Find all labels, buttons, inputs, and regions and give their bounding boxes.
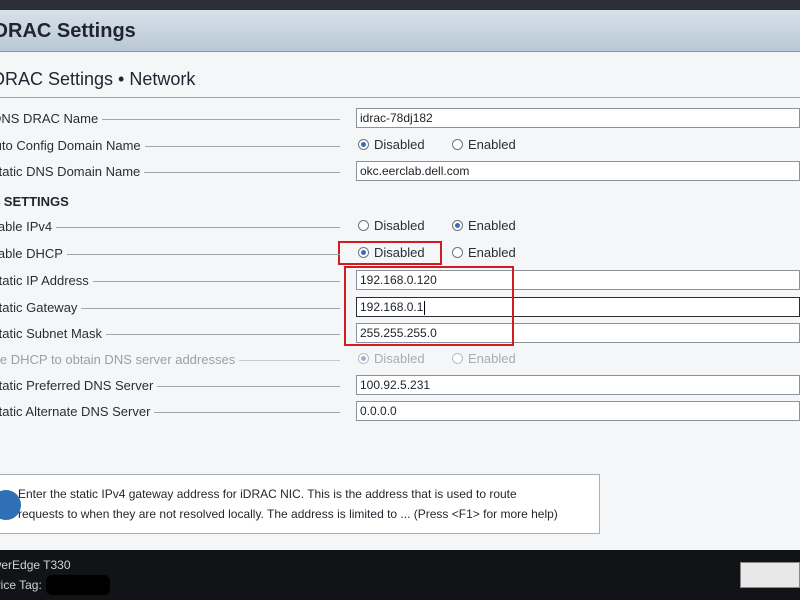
radio-unselected-icon [358, 220, 369, 231]
use-dhcp-dns-disabled-radio: Disabled [358, 351, 425, 366]
static-gateway-field[interactable]: 192.168.0.1 [356, 297, 800, 317]
radio-label: Enabled [468, 218, 516, 233]
radio-label: Enabled [468, 137, 516, 152]
radio-selected-icon [358, 139, 369, 150]
radio-label: Disabled [374, 218, 425, 233]
static-gateway-value: 192.168.0.1 [360, 300, 424, 314]
footer-model: PowerEdge T330 [0, 558, 71, 572]
auto-config-enabled-radio[interactable]: Enabled [452, 137, 516, 152]
help-line-1: Enter the static IPv4 gateway address fo… [18, 487, 517, 501]
static-dns-domain-label: Static DNS Domain Name [0, 164, 145, 179]
dns-drac-name-label: DNS DRAC Name [0, 111, 103, 126]
static-subnet-label: Static Subnet Mask [0, 326, 106, 341]
use-dhcp-dns-enabled-radio: Enabled [452, 351, 516, 366]
alternate-dns-label: Static Alternate DNS Server [0, 404, 155, 419]
preferred-dns-label: Static Preferred DNS Server [0, 378, 158, 393]
radio-unselected-icon [452, 247, 463, 258]
radio-selected-icon [452, 220, 463, 231]
row-dns-drac-name: DNS DRAC Name idrac-78dj182 [0, 108, 800, 130]
radio-label: Enabled [468, 351, 516, 366]
preferred-dns-field[interactable]: 100.92.5.231 [356, 375, 800, 395]
enable-ipv4-label: Enable IPv4 [0, 219, 57, 234]
static-subnet-field[interactable]: 255.255.255.0 [356, 323, 800, 343]
row-auto-config-domain: Auto Config Domain Name Disabled Enabled [0, 135, 800, 157]
settings-page: iDRAC Settings • Network DNS DRAC Name i… [0, 52, 800, 550]
row-enable-ipv4: Enable IPv4 Disabled Enabled [0, 216, 800, 238]
text-caret [424, 300, 426, 315]
radio-selected-icon [358, 353, 369, 364]
radio-selected-icon [358, 247, 369, 258]
top-border [0, 0, 800, 10]
alternate-dns-field[interactable]: 0.0.0.0 [356, 401, 800, 421]
row-enable-dhcp: Enable DHCP Disabled Enabled [0, 243, 800, 265]
vendor-logo [740, 562, 800, 588]
enable-dhcp-label: Enable DHCP [0, 246, 67, 261]
help-line-2: requests to when they are not resolved l… [18, 507, 558, 521]
row-static-dns-domain: Static DNS Domain Name okc.eerclab.dell.… [0, 161, 800, 183]
radio-unselected-icon [452, 353, 463, 364]
row-static-subnet: Static Subnet Mask 255.255.255.0 [0, 323, 800, 345]
row-static-ip: Static IP Address 192.168.0.120 [0, 270, 800, 292]
service-tag-redaction [46, 575, 110, 595]
radio-label: Disabled [374, 245, 425, 260]
ipv4-section-title: IPV4 SETTINGS [0, 194, 69, 209]
enable-ipv4-disabled-radio[interactable]: Disabled [358, 218, 425, 233]
row-use-dhcp-dns: Use DHCP to obtain DNS server addresses … [0, 349, 800, 371]
row-alternate-dns: Static Alternate DNS Server 0.0.0.0 [0, 401, 800, 423]
auto-config-domain-label: Auto Config Domain Name [0, 138, 145, 153]
help-panel: Enter the static IPv4 gateway address fo… [0, 474, 600, 534]
radio-label: Disabled [374, 351, 425, 366]
help-text: Enter the static IPv4 gateway address fo… [18, 484, 588, 524]
window-titlebar: iDRAC Settings [0, 10, 800, 52]
use-dhcp-dns-label: Use DHCP to obtain DNS server addresses [0, 352, 240, 367]
radio-label: Enabled [468, 245, 516, 260]
dns-drac-name-field[interactable]: idrac-78dj182 [356, 108, 800, 128]
static-gateway-label: Static Gateway [0, 300, 82, 315]
page-subtitle: iDRAC Settings • Network [0, 69, 196, 89]
auto-config-disabled-radio[interactable]: Disabled [358, 137, 425, 152]
enable-dhcp-disabled-radio[interactable]: Disabled [358, 245, 425, 260]
footer-service-tag-label: Service Tag: [0, 578, 42, 592]
row-preferred-dns: Static Preferred DNS Server 100.92.5.231 [0, 375, 800, 397]
subtitle-divider [0, 97, 800, 98]
row-static-gateway: Static Gateway 192.168.0.1 [0, 297, 800, 319]
static-ip-field[interactable]: 192.168.0.120 [356, 270, 800, 290]
radio-unselected-icon [452, 139, 463, 150]
window-title: iDRAC Settings [0, 20, 136, 42]
static-dns-domain-field[interactable]: okc.eerclab.dell.com [356, 161, 800, 181]
status-footer: PowerEdge T330 Service Tag: [0, 550, 800, 600]
enable-dhcp-enabled-radio[interactable]: Enabled [452, 245, 516, 260]
static-ip-label: Static IP Address [0, 273, 93, 288]
radio-label: Disabled [374, 137, 425, 152]
enable-ipv4-enabled-radio[interactable]: Enabled [452, 218, 516, 233]
